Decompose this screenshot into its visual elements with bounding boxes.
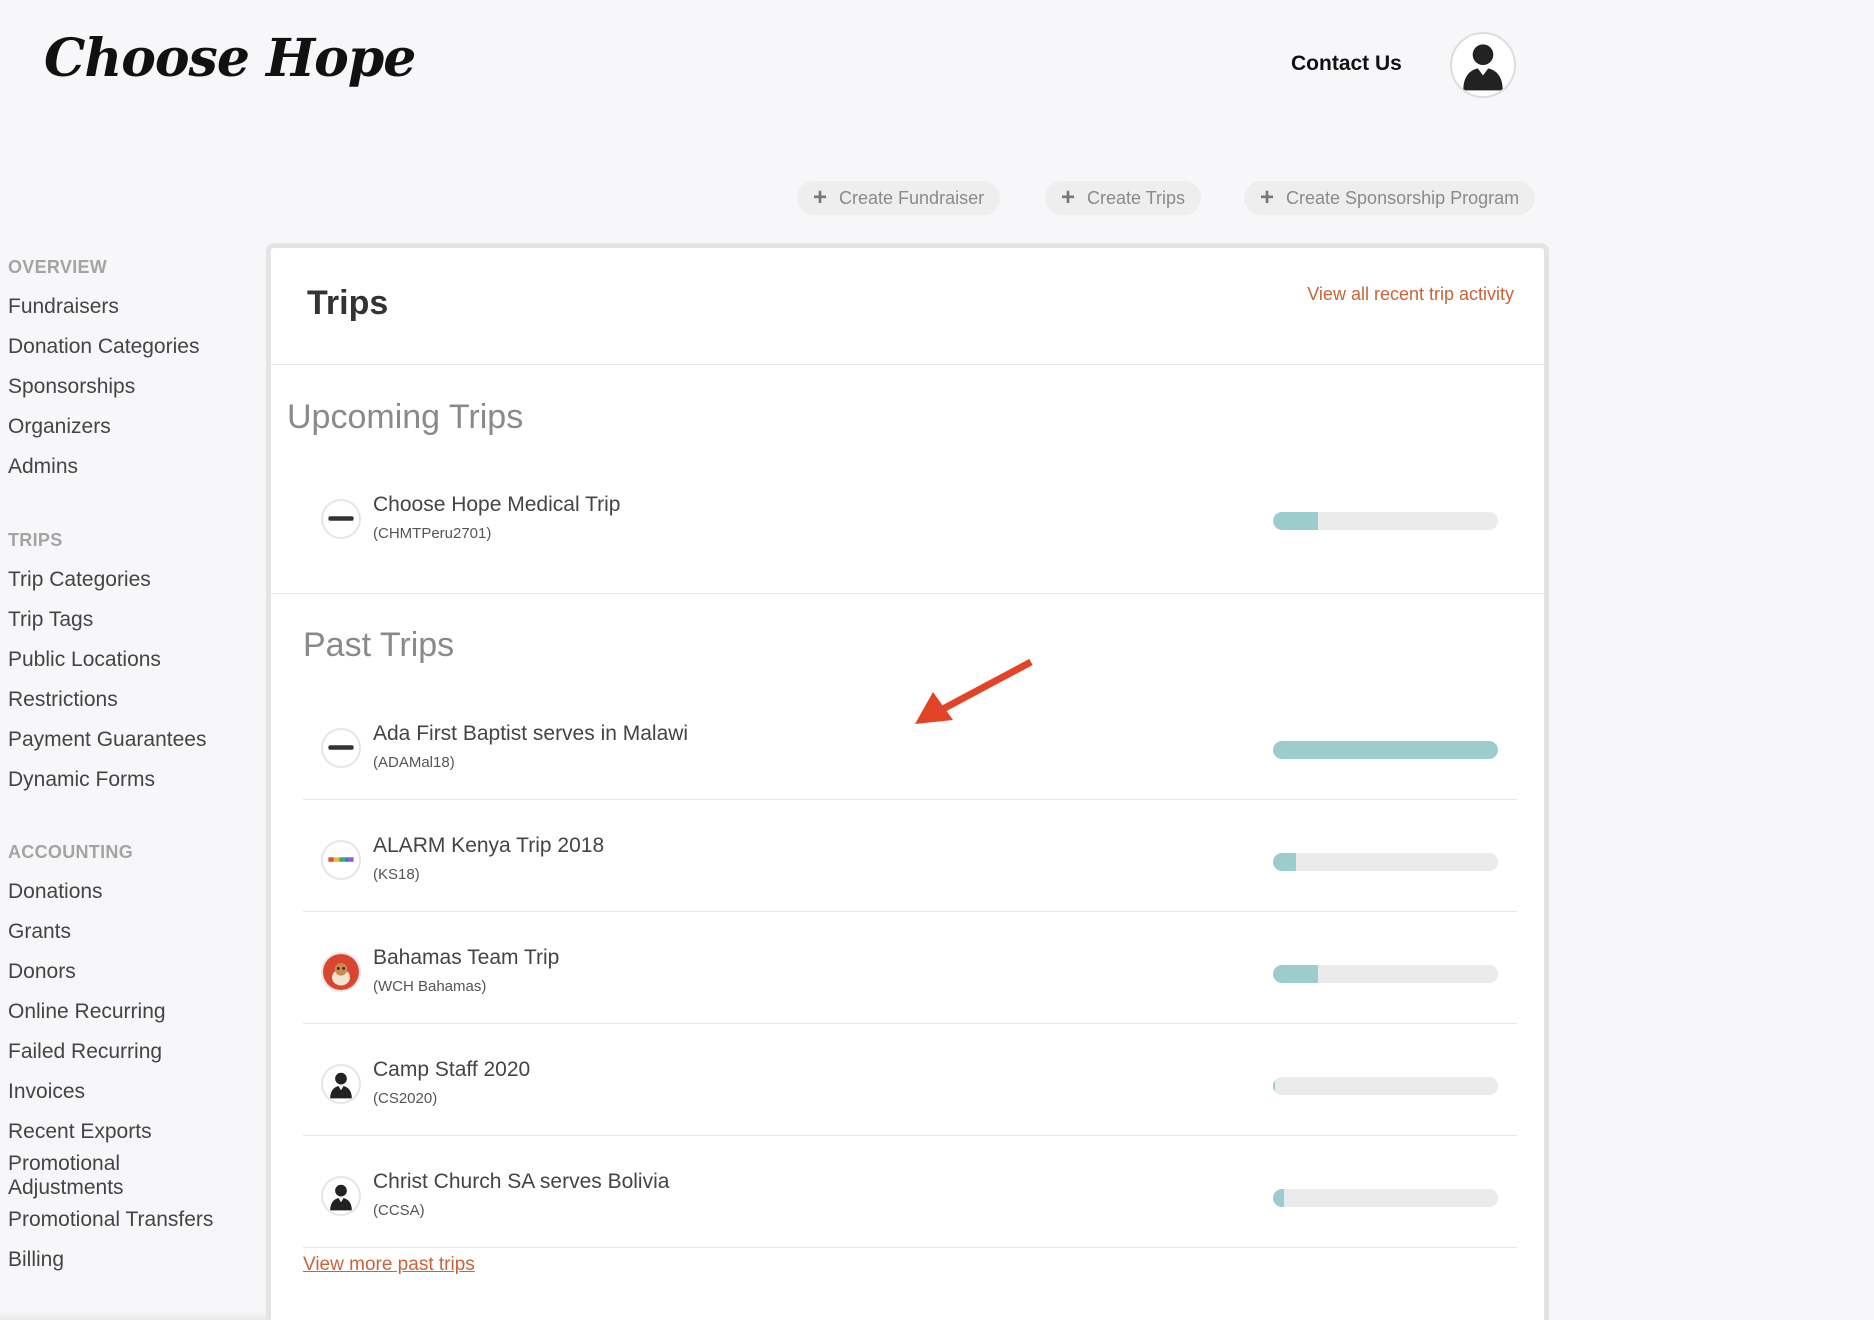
trip-code: (WCH Bahamas) (373, 978, 487, 995)
past-trip-row[interactable]: ALARM Kenya Trip 2018 (KS18) (303, 800, 1517, 912)
sidebar-item-grants[interactable]: Grants (8, 920, 71, 944)
sidebar-heading-accounting: ACCOUNTING (8, 842, 133, 862)
trip-progress-bar (1273, 512, 1498, 530)
choose-hope-logo-icon (321, 728, 361, 768)
alarm-logo-icon (321, 840, 361, 880)
trip-name: ALARM Kenya Trip 2018 (373, 834, 605, 857)
plus-icon: + (1260, 184, 1275, 211)
past-trip-row[interactable]: Bahamas Team Trip (WCH Bahamas) (303, 912, 1517, 1024)
sidebar-item-promotional-adjustments[interactable]: Promotional Adjustments (8, 1152, 178, 1200)
sidebar-item-restrictions[interactable]: Restrictions (8, 688, 118, 712)
create-trips-label: Create Trips (1087, 187, 1186, 208)
trip-code: (CHMTPeru2701) (373, 525, 492, 542)
trip-progress-fill (1273, 512, 1318, 530)
sidebar-item-donors[interactable]: Donors (8, 960, 76, 984)
choose-hope-logo-icon (321, 499, 361, 539)
create-sponsorship-program-label: Create Sponsorship Program (1286, 187, 1520, 208)
section-divider (271, 593, 1544, 594)
sidebar-item-donation-categories[interactable]: Donation Categories (8, 335, 199, 359)
trip-progress-fill (1273, 1077, 1276, 1095)
trip-progress-bar (1273, 1077, 1498, 1095)
page-title: Trips (307, 284, 389, 322)
header-divider (271, 364, 1544, 365)
brand-logo[interactable]: Choose Hope (44, 28, 416, 89)
sidebar-item-dynamic-forms[interactable]: Dynamic Forms (8, 768, 155, 792)
sidebar-item-donations[interactable]: Donations (8, 880, 103, 904)
sidebar-item-admins[interactable]: Admins (8, 455, 78, 479)
trip-progress-bar (1273, 1189, 1498, 1207)
trip-progress-fill (1273, 741, 1498, 759)
trip-progress-fill (1273, 965, 1318, 983)
past-trip-row[interactable]: Ada First Baptist serves in Malawi (ADAM… (303, 688, 1517, 800)
sidebar-item-public-locations[interactable]: Public Locations (8, 648, 161, 672)
trips-panel: Trips View all recent trip activity Upco… (266, 243, 1549, 1320)
row-divider (303, 1247, 1517, 1248)
sidebar-item-failed-recurring[interactable]: Failed Recurring (8, 1040, 162, 1064)
sidebar-item-trip-categories[interactable]: Trip Categories (8, 568, 151, 592)
sidebar-item-payment-guarantees[interactable]: Payment Guarantees (8, 728, 206, 752)
trip-progress-fill (1273, 853, 1296, 871)
trip-progress-bar (1273, 853, 1498, 871)
trip-progress-fill (1273, 1189, 1285, 1207)
sidebar-heading-trips: TRIPS (8, 530, 63, 550)
dog-photo-icon (321, 952, 361, 992)
sidebar-item-invoices[interactable]: Invoices (8, 1080, 85, 1104)
upcoming-trips-heading: Upcoming Trips (287, 398, 524, 436)
create-trips-button[interactable]: + Create Trips (1045, 181, 1202, 215)
past-trip-row[interactable]: Camp Staff 2020 (CS2020) (303, 1024, 1517, 1136)
view-more-past-trips-link[interactable]: View more past trips (303, 1254, 475, 1276)
user-silhouette-icon (1463, 44, 1503, 91)
sidebar-item-trip-tags[interactable]: Trip Tags (8, 608, 93, 632)
sidebar-item-online-recurring[interactable]: Online Recurring (8, 1000, 166, 1024)
trip-name: Christ Church SA serves Bolivia (373, 1170, 670, 1193)
trip-name: Camp Staff 2020 (373, 1058, 531, 1081)
user-silhouette-icon (321, 1176, 361, 1216)
sidebar-heading-overview: OVERVIEW (8, 257, 108, 277)
user-avatar-button[interactable] (1450, 32, 1516, 98)
create-fundraiser-button[interactable]: + Create Fundraiser (797, 181, 1001, 215)
sidebar-item-promotional-transfers[interactable]: Promotional Transfers (8, 1208, 213, 1232)
create-fundraiser-label: Create Fundraiser (839, 187, 985, 208)
view-recent-activity-link[interactable]: View all recent trip activity (1307, 284, 1514, 305)
sidebar-bottom-shadow (0, 1310, 266, 1320)
sidebar-item-sponsorships[interactable]: Sponsorships (8, 375, 135, 399)
trip-name: Choose Hope Medical Trip (373, 493, 621, 516)
sidebar-item-recent-exports[interactable]: Recent Exports (8, 1120, 152, 1144)
sidebar-item-fundraisers[interactable]: Fundraisers (8, 295, 119, 319)
sidebar-item-billing[interactable]: Billing (8, 1248, 64, 1272)
trip-progress-bar (1273, 741, 1498, 759)
contact-us-link[interactable]: Contact Us (1291, 52, 1402, 76)
trip-code: (CS2020) (373, 1090, 438, 1107)
create-sponsorship-program-button[interactable]: + Create Sponsorship Program (1244, 181, 1536, 215)
past-trip-row[interactable]: Christ Church SA serves Bolivia (CCSA) (303, 1136, 1517, 1248)
plus-icon: + (1061, 184, 1076, 211)
trip-code: (KS18) (373, 866, 420, 883)
past-trips-heading: Past Trips (303, 626, 455, 664)
trip-code: (CCSA) (373, 1202, 425, 1219)
trip-name: Bahamas Team Trip (373, 946, 560, 969)
trip-name: Ada First Baptist serves in Malawi (373, 722, 689, 745)
plus-icon: + (813, 184, 828, 211)
sidebar-item-organizers[interactable]: Organizers (8, 415, 111, 439)
trip-code: (ADAMal18) (373, 754, 455, 771)
upcoming-trip-row[interactable]: Choose Hope Medical Trip (CHMTPeru2701) (303, 459, 1517, 571)
user-silhouette-icon (321, 1064, 361, 1104)
trip-progress-bar (1273, 965, 1498, 983)
